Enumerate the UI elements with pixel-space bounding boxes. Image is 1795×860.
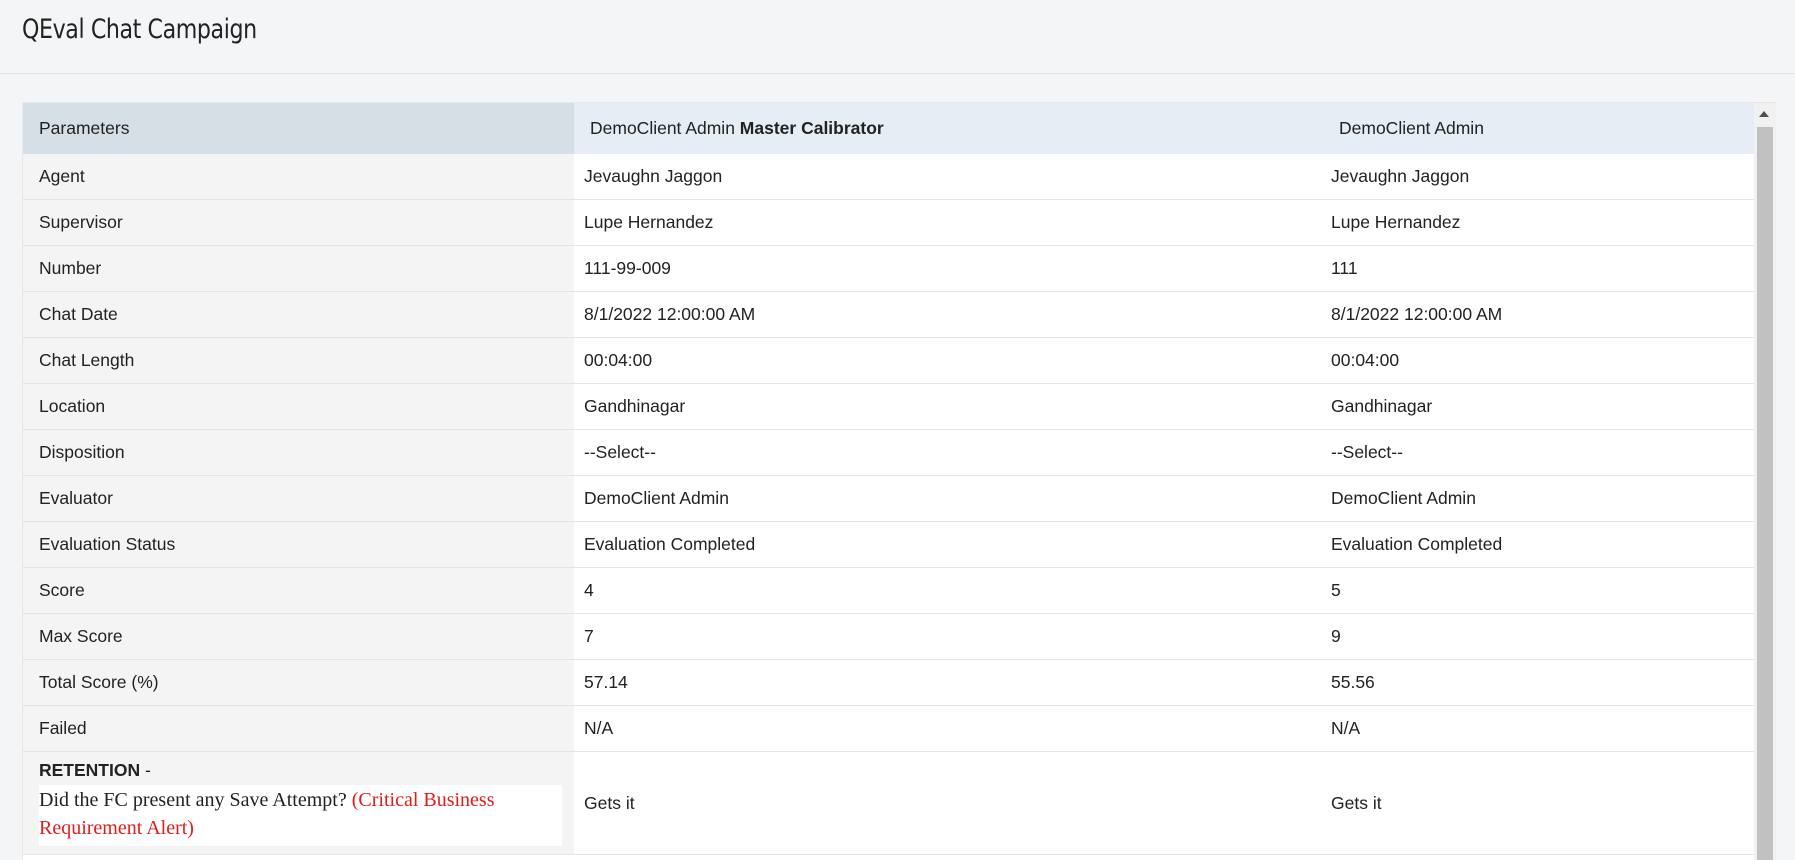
question-answer-evaluator: Gets it [1331,751,1754,855]
vertical-scrollbar[interactable] [1754,103,1776,860]
table-row: Score 4 5 [23,567,1754,614]
table-row: Disposition --Select-- --Select-- [23,429,1754,476]
page-title: QEval Chat Campaign [22,14,257,45]
parameter-label: Evaluator [23,475,574,522]
calibrator-value: 7 [574,613,1331,660]
calibrator-value: N/A [574,705,1331,752]
table-body: Agent Jevaughn Jaggon Jevaughn Jaggon Super… [23,154,1754,855]
page-header: QEval Chat Campaign [0,0,1795,74]
evaluator-column-header: DemoClient Admin [1331,103,1754,154]
question-cell: RETENTION - Did the FC present any Save … [23,751,574,855]
table-row: Chat Date 8/1/2022 12:00:00 AM 8/1/2022 12… [23,291,1754,338]
table-row: Supervisor Lupe Hernandez Lupe Hernandez [23,199,1754,246]
calibration-panel: Parameters DemoClient Admin Master Calib… [22,102,1776,860]
evaluator-value: 111 [1331,245,1754,292]
parameter-label: Chat Length [23,337,574,384]
parameter-label: Number [23,245,574,292]
parameter-label: Max Score [23,613,574,660]
calibrator-value: Jevaughn Jaggon [574,154,1331,200]
table-row: Chat Length 00:04:00 00:04:00 [23,337,1754,384]
question-separator: - [140,760,151,780]
evaluator-value: 00:04:00 [1331,337,1754,384]
table-row: Number 111-99-009 111 [23,245,1754,292]
question-answer-calibrator: Gets it [574,751,1331,855]
evaluator-value: 9 [1331,613,1754,660]
question-text-box: Did the FC present any Save Attempt? (Cr… [39,785,562,846]
evaluator-value: N/A [1331,705,1754,752]
evaluator-value: DemoClient Admin [1331,475,1754,522]
question-section: RETENTION [39,760,141,780]
calibrator-value: Lupe Hernandez [574,199,1331,246]
evaluator-value: --Select-- [1331,429,1754,476]
evaluator-value: Jevaughn Jaggon [1331,154,1754,200]
evaluator-value: 5 [1331,567,1754,614]
evaluator-value: Gandhinagar [1331,383,1754,430]
table-row: Evaluator DemoClient Admin DemoClient Admi… [23,475,1754,522]
calibrator-value: Evaluation Completed [574,521,1331,568]
triangle-up-icon[interactable] [1759,111,1769,117]
parameter-label: Evaluation Status [23,521,574,568]
calibrator-value: 111-99-009 [574,245,1331,292]
calibrator-value: --Select-- [574,429,1331,476]
calibrator-value: DemoClient Admin [574,475,1331,522]
calibrator-role: Master Calibrator [739,118,884,138]
table-row: Total Score (%) 57.14 55.56 [23,659,1754,706]
calibration-table: Parameters DemoClient Admin Master Calib… [23,103,1754,855]
evaluator-value: 8/1/2022 12:00:00 AM [1331,291,1754,338]
parameter-label: Location [23,383,574,430]
parameter-label: Total Score (%) [23,659,574,706]
parameter-label: Agent [23,154,574,200]
question-row: RETENTION - Did the FC present any Save … [23,751,1754,855]
table-row: Agent Jevaughn Jaggon Jevaughn Jaggon [23,154,1754,200]
evaluator-value: Evaluation Completed [1331,521,1754,568]
calibrator-value: 4 [574,567,1331,614]
parameter-label: Chat Date [23,291,574,338]
table-header-row: Parameters DemoClient Admin Master Calib… [23,103,1754,154]
parameter-label: Score [23,567,574,614]
table-row: Evaluation Status Evaluation Completed Eva… [23,521,1754,568]
calibrator-value: 00:04:00 [574,337,1331,384]
calibrator-name: DemoClient Admin [590,118,735,138]
table-row: Failed N/A N/A [23,705,1754,752]
calibrator-value: 57.14 [574,659,1331,706]
parameters-header: Parameters [23,103,574,154]
evaluator-value: Lupe Hernandez [1331,199,1754,246]
calibrator-value: 8/1/2022 12:00:00 AM [574,291,1331,338]
calibrator-column-header: DemoClient Admin Master Calibrator [574,103,1331,154]
question-text: Did the FC present any Save Attempt? [39,789,352,811]
calibrator-value: Gandhinagar [574,383,1331,430]
scrollbar-thumb[interactable] [1757,127,1773,860]
parameter-label: Supervisor [23,199,574,246]
parameter-label: Failed [23,705,574,752]
table-row: Location Gandhinagar Gandhinagar [23,383,1754,430]
table-row: Max Score 7 9 [23,613,1754,660]
evaluator-value: 55.56 [1331,659,1754,706]
parameter-label: Disposition [23,429,574,476]
